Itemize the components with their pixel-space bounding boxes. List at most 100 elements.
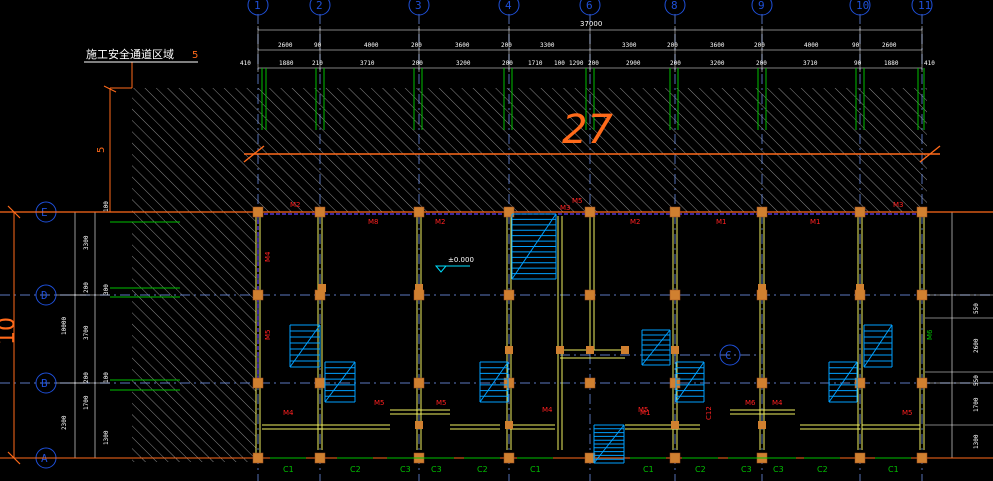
structural-column xyxy=(669,452,681,464)
door-tag: M5 xyxy=(902,409,913,417)
window-tag: C2 xyxy=(817,465,828,474)
structural-column xyxy=(584,377,596,389)
dimension-text: 1290 xyxy=(569,60,584,67)
window-tag: C3 xyxy=(400,465,411,474)
dimension-text-right: 1300 xyxy=(973,434,980,449)
grid-bubble-label: B xyxy=(41,377,48,390)
door-tag: M1 xyxy=(716,218,727,226)
dimension-text: 200 xyxy=(588,60,599,67)
grid-bubble-label: 4 xyxy=(505,0,512,12)
door-tag: M2 xyxy=(435,218,446,226)
window-tag: C1 xyxy=(643,465,654,474)
offset-label-left: 5 xyxy=(96,147,107,153)
structural-column xyxy=(671,346,679,354)
grid-bubble-label: 11 xyxy=(918,0,931,12)
side-dimension-label: 10 xyxy=(0,317,20,345)
hatched-zone-left xyxy=(132,212,256,462)
door-tag: M3 xyxy=(893,201,904,209)
structural-column xyxy=(669,289,681,301)
structural-column xyxy=(584,289,596,301)
dimension-text: 3300 xyxy=(622,42,637,49)
dimension-text: 90 xyxy=(854,60,862,67)
structural-column xyxy=(415,421,423,429)
structural-column xyxy=(916,452,928,464)
dimension-text-right: 550 xyxy=(973,375,980,386)
cad-drawing-canvas[interactable]: 12346891011EDBAC260090400020036002003300… xyxy=(0,0,993,481)
structural-column xyxy=(413,377,425,389)
dimension-text: 3200 xyxy=(710,60,725,67)
door-tag: M4 xyxy=(283,409,294,417)
dimension-text: 1880 xyxy=(884,60,899,67)
structural-column xyxy=(758,284,766,292)
dimension-text: 200 xyxy=(754,42,765,49)
dimension-text: 200 xyxy=(756,60,767,67)
door-tag: M6 xyxy=(926,329,934,340)
offset-label-top: 5 xyxy=(192,50,198,61)
door-tag: M5 xyxy=(264,330,272,341)
dimension-text: 210 xyxy=(312,60,323,67)
structural-column xyxy=(252,377,264,389)
structural-column xyxy=(505,346,513,354)
door-tag: M5 xyxy=(374,399,385,407)
window-tag: C2 xyxy=(350,465,361,474)
dimension-text-left: 3300 xyxy=(83,235,90,250)
door-tag: M4 xyxy=(772,399,783,407)
dimension-text: 3710 xyxy=(803,60,818,67)
structural-column xyxy=(854,206,866,218)
dimension-text: 2600 xyxy=(882,42,897,49)
grid-bubble-label: 6 xyxy=(586,0,593,12)
door-tag: M5 xyxy=(572,197,583,205)
dimension-text: 90 xyxy=(852,42,860,49)
grid-bubble-label: 2 xyxy=(316,0,323,12)
dimension-text: 4000 xyxy=(364,42,379,49)
floor-plan-drawing: 12346891011EDBAC260090400020036002003300… xyxy=(0,0,993,481)
window-tag: C3 xyxy=(741,465,752,474)
structural-column xyxy=(252,206,264,218)
door-tag: M8 xyxy=(368,218,379,226)
structural-column xyxy=(916,206,928,218)
structural-column xyxy=(314,377,326,389)
grid-bubble-label: 1 xyxy=(254,0,261,12)
grid-bubble-label: D xyxy=(41,289,48,302)
structural-column xyxy=(503,289,515,301)
dimension-text: 200 xyxy=(502,60,513,67)
dimension-text-left: 2300 xyxy=(61,415,68,430)
door-tag: M6 xyxy=(745,399,756,407)
window-tag: C2 xyxy=(477,465,488,474)
structural-column xyxy=(586,208,594,216)
door-tag: M3 xyxy=(560,204,571,212)
structural-column xyxy=(621,346,629,354)
elevation-mark-text: ±0.000 xyxy=(448,256,474,264)
dimension-text: 3600 xyxy=(710,42,725,49)
hatched-zone-top xyxy=(132,88,927,212)
structural-column xyxy=(854,452,866,464)
window-tag: C2 xyxy=(695,465,706,474)
grid-bubble-label: 9 xyxy=(758,0,765,12)
structural-column xyxy=(413,206,425,218)
dimension-text-left: 10000 xyxy=(61,317,68,335)
window-tag: C1 xyxy=(888,465,899,474)
grid-bubble-label: 8 xyxy=(671,0,678,12)
overall-dimension-text: 37000 xyxy=(580,20,602,28)
structural-column xyxy=(314,452,326,464)
dimension-text-left: 1300 xyxy=(103,430,110,445)
elevation-symbol xyxy=(434,265,448,273)
dimension-text: 200 xyxy=(411,42,422,49)
window-tag: C3 xyxy=(773,465,784,474)
dimension-text: 4000 xyxy=(804,42,819,49)
window-tag: C3 xyxy=(431,465,442,474)
dimension-text-right: 1700 xyxy=(973,397,980,412)
dimension-text: 200 xyxy=(412,60,423,67)
dimension-text: 3710 xyxy=(360,60,375,67)
dimension-text: 410 xyxy=(240,60,251,67)
grid-bubble-label: 3 xyxy=(415,0,422,12)
structural-column xyxy=(756,377,768,389)
dimension-text-left: 100 xyxy=(103,201,110,212)
door-tag: M2 xyxy=(290,201,301,209)
dimension-text-right: 2600 xyxy=(973,338,980,353)
dimension-text: 3300 xyxy=(540,42,555,49)
structural-column xyxy=(669,206,681,218)
dimension-text: 1710 xyxy=(528,60,543,67)
structural-column xyxy=(916,289,928,301)
structural-column xyxy=(252,289,264,301)
